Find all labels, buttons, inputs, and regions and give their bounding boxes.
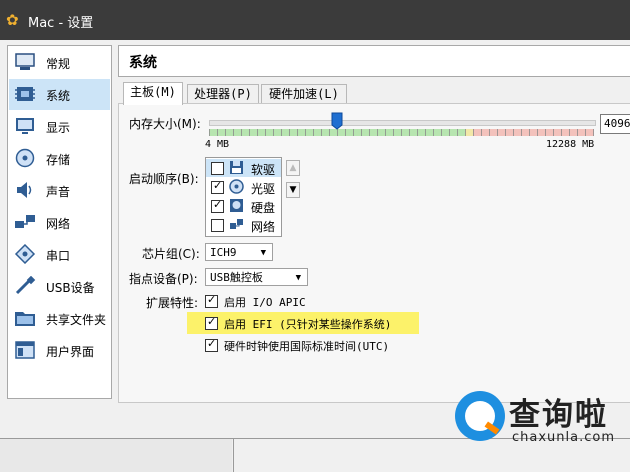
- sidebar-item-label: USB设备: [46, 281, 95, 295]
- sidebar-item-user-interface[interactable]: 用户界面: [9, 335, 110, 366]
- io-apic-checkbox[interactable]: ✓: [205, 293, 218, 308]
- watermark-subtitle: chaxunla.com: [512, 430, 615, 445]
- sidebar-item-network[interactable]: 网络: [9, 207, 110, 238]
- boot-item-label: 软驱: [251, 163, 276, 177]
- sidebar-item-label: 串口: [46, 249, 71, 263]
- memory-slider-track[interactable]: [209, 120, 596, 126]
- utc-clock-label: 硬件时钟使用国际标准时间(UTC): [224, 340, 390, 353]
- efi-checkbox[interactable]: ✓: [205, 315, 218, 330]
- memory-label: 内存大小(M):: [129, 117, 201, 131]
- sidebar-item-usb[interactable]: USB设备: [9, 271, 110, 302]
- pointing-device-select[interactable]: USB触控板 ▼: [205, 268, 308, 286]
- sidebar-item-label: 用户界面: [46, 345, 95, 359]
- extended-features-label: 扩展特性:: [146, 296, 199, 310]
- sidebar-item-display[interactable]: 显示: [9, 111, 110, 142]
- hard-disk-icon: [230, 199, 243, 212]
- sidebar-item-general[interactable]: 常规: [9, 47, 110, 78]
- settings-sidebar: 常规 系统 显示 存储 声音 网络 串口 USB设备 共享文件夹 用户界面: [7, 45, 112, 399]
- pointing-device-label: 指点设备(P):: [129, 272, 198, 286]
- sidebar-item-storage[interactable]: 存储: [9, 143, 110, 174]
- shared-folder-icon: [15, 312, 35, 326]
- sidebar-item-audio[interactable]: 声音: [9, 175, 110, 206]
- boot-item-label: 光驱: [251, 182, 276, 196]
- chipset-select[interactable]: ICH9 ▼: [205, 243, 273, 261]
- network-icon: [15, 215, 35, 228]
- gear-icon: ✿: [6, 11, 19, 29]
- floppy-icon: [230, 161, 243, 174]
- sidebar-item-serial-port[interactable]: 串口: [9, 239, 110, 270]
- memory-ticks: [209, 129, 594, 136]
- divider: [233, 438, 234, 472]
- sidebar-item-label: 网络: [46, 217, 71, 231]
- panel-header: 系统: [118, 45, 630, 77]
- pointing-device-value: USB触控板: [210, 271, 263, 284]
- storage-icon: [15, 148, 35, 168]
- list-item[interactable]: ✓ 硬盘: [206, 197, 281, 215]
- sidebar-item-label: 存储: [46, 153, 71, 167]
- sidebar-item-label: 声音: [46, 185, 71, 199]
- memory-slider-thumb[interactable]: [331, 112, 343, 130]
- optical-checkbox[interactable]: ✓: [211, 179, 224, 194]
- boot-item-label: 网络: [251, 220, 276, 234]
- sidebar-item-label: 系统: [46, 89, 71, 103]
- chevron-down-icon: ▼: [295, 273, 301, 283]
- usb-icon: [15, 276, 36, 295]
- network-boot-checkbox[interactable]: [211, 219, 224, 232]
- audio-icon: [17, 182, 32, 198]
- serial-port-icon: [14, 244, 36, 264]
- floppy-checkbox[interactable]: [211, 162, 224, 175]
- tab-motherboard[interactable]: 主板(M): [123, 82, 183, 105]
- window-title: Mac - 设置: [28, 16, 94, 31]
- sidebar-item-system[interactable]: 系统: [9, 79, 110, 110]
- general-icon: [15, 53, 35, 70]
- efi-label: 启用 EFI (只针对某些操作系统): [224, 318, 392, 331]
- list-item[interactable]: 网络: [206, 216, 281, 234]
- sidebar-item-label: 共享文件夹: [46, 313, 107, 327]
- list-item[interactable]: ✓ 光驱: [206, 178, 281, 196]
- watermark-title: 查询啦: [509, 397, 608, 433]
- boot-item-label: 硬盘: [251, 201, 276, 215]
- move-up-button[interactable]: ▲: [286, 160, 300, 176]
- user-interface-icon: [15, 341, 35, 359]
- hard-disk-checkbox[interactable]: ✓: [211, 198, 224, 213]
- memory-max-label: 12288 MB: [546, 139, 595, 150]
- tab-acceleration[interactable]: 硬件加速(L): [261, 84, 347, 104]
- tab-processor[interactable]: 处理器(P): [187, 84, 259, 104]
- sidebar-item-shared-folders[interactable]: 共享文件夹: [9, 303, 110, 334]
- chipset-value: ICH9: [210, 246, 237, 259]
- watermark-logo-icon: [455, 391, 505, 441]
- page-title: 系统: [129, 55, 157, 71]
- display-icon: [16, 118, 34, 134]
- memory-value-input[interactable]: 4096: [600, 114, 630, 134]
- utc-clock-checkbox[interactable]: ✓: [205, 337, 218, 352]
- io-apic-label: 启用 I/O APIC: [224, 296, 306, 309]
- chevron-down-icon: ▼: [260, 248, 266, 258]
- optical-drive-icon: [229, 179, 244, 194]
- chipset-label: 芯片组(C):: [142, 247, 200, 261]
- title-bar: ✿ Mac - 设置: [0, 0, 630, 40]
- list-item[interactable]: 软驱: [206, 159, 281, 177]
- boot-order-label: 启动顺序(B):: [129, 172, 199, 186]
- status-message-area: [0, 439, 232, 472]
- sidebar-item-label: 显示: [46, 121, 71, 135]
- network-boot-icon: [230, 219, 243, 229]
- move-down-button[interactable]: ▼: [286, 182, 300, 198]
- system-icon: [15, 87, 35, 101]
- boot-order-list[interactable]: 软驱 ✓ 光驱 ✓ 硬盘 网络: [205, 157, 282, 237]
- sidebar-item-label: 常规: [46, 57, 71, 71]
- memory-min-label: 4 MB: [205, 139, 230, 150]
